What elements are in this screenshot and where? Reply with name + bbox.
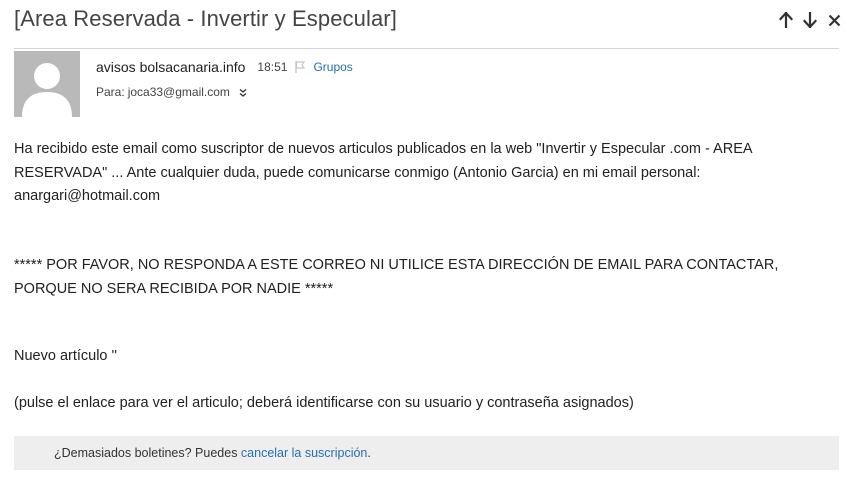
unsubscribe-bar: ¿Demasiados boletines? Puedes cancelar l… xyxy=(14,436,839,470)
recipient-address[interactable]: joca33@gmail.com xyxy=(128,85,230,99)
previous-message-button[interactable] xyxy=(777,10,795,30)
recipient-line: Para: joca33@gmail.com xyxy=(96,85,248,99)
folder-link[interactable]: Grupos xyxy=(313,60,352,74)
unsubscribe-link[interactable]: cancelar la suscripción xyxy=(241,446,367,460)
message-actions xyxy=(777,10,843,30)
to-label: Para: xyxy=(96,85,125,99)
arrow-up-icon xyxy=(779,12,793,28)
message-subject: [Area Reservada - Invertir y Especular] xyxy=(14,6,397,31)
flag-icon[interactable] xyxy=(293,60,307,74)
unsubscribe-prompt: ¿Demasiados boletines? Puedes xyxy=(54,446,241,460)
expand-details-icon[interactable] xyxy=(238,87,248,97)
body-paragraph-warning: ***** POR FAVOR, NO RESPONDA A ESTE CORR… xyxy=(14,257,779,297)
avatar xyxy=(14,51,80,117)
body-paragraph-article: Nuevo artículo '' xyxy=(14,348,118,364)
next-message-button[interactable] xyxy=(801,10,819,30)
close-icon xyxy=(828,14,840,26)
header-divider xyxy=(14,48,839,49)
close-button[interactable] xyxy=(825,10,843,30)
sent-time: 18:51 xyxy=(257,60,288,74)
sender-name[interactable]: avisos bolsacanaria.info xyxy=(96,59,245,75)
body-paragraph-instructions: (pulse el enlace para ver el articulo; d… xyxy=(14,395,634,411)
unsubscribe-text: ¿Demasiados boletines? Puedes cancelar l… xyxy=(54,446,371,460)
message-header: [Area Reservada - Invertir y Especular] xyxy=(14,6,843,36)
body-paragraph-intro: Ha recibido este email como suscriptor d… xyxy=(14,141,752,204)
sender-line: avisos bolsacanaria.info 18:51 Grupos xyxy=(96,59,353,75)
person-placeholder-icon xyxy=(14,51,80,117)
arrow-down-icon xyxy=(803,12,817,28)
unsubscribe-suffix: . xyxy=(367,446,371,460)
